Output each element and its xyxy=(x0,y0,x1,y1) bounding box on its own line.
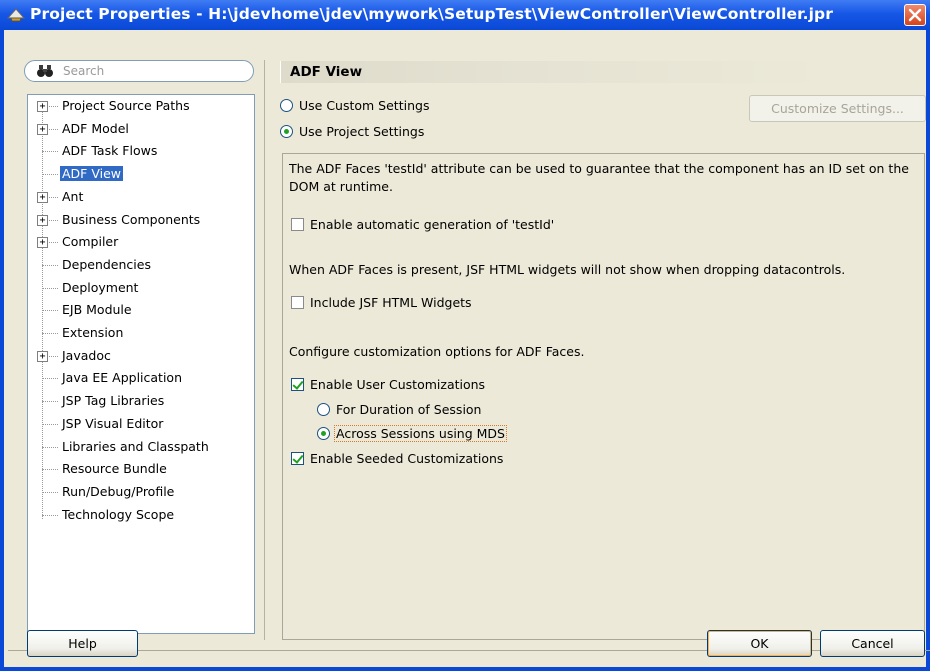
checkbox-indicator[interactable] xyxy=(291,296,304,309)
settings-panel: The ADF Faces 'testId' attribute can be … xyxy=(282,153,925,640)
tree-item-label: Compiler xyxy=(62,234,119,250)
close-button[interactable] xyxy=(904,4,926,26)
binoculars-search-icon xyxy=(37,64,53,78)
dialog-client: Search + Project Source Paths + ADF Model AD… xyxy=(4,30,930,667)
window-title: Project Properties - H:\jdevhome\jdev\my… xyxy=(30,5,834,23)
tree-item[interactable]: Technology Scope xyxy=(28,505,254,525)
tree-item-label: Ant xyxy=(62,188,84,204)
tree-item-label: Project Source Paths xyxy=(62,98,190,113)
dialog-window: Project Properties - H:\jdevhome\jdev\my… xyxy=(0,0,930,671)
panel-splitter[interactable] xyxy=(264,60,265,640)
tree-item[interactable]: + Ant xyxy=(28,187,254,207)
help-button[interactable]: Help xyxy=(27,630,138,657)
tree-item-label: Business Components xyxy=(62,211,201,227)
tree-item-label: Technology Scope xyxy=(62,506,175,522)
tree-item[interactable]: Resource Bundle xyxy=(28,459,254,479)
tree-item-label: Run/Debug/Profile xyxy=(62,483,175,499)
tree-item-label: ADF Model xyxy=(62,120,129,136)
tree-item[interactable]: + ADF Model xyxy=(28,119,254,139)
tree-item[interactable]: + Project Source Paths xyxy=(28,96,254,116)
tree-item-label: ADF View xyxy=(60,166,124,182)
tree-item[interactable]: Extension xyxy=(28,323,254,343)
tree-item-label: JSP Tag Libraries xyxy=(62,393,165,409)
jsf-description: When ADF Faces is present, JSF HTML widg… xyxy=(289,262,846,277)
close-icon xyxy=(908,8,922,22)
tree-item[interactable]: + Business Components xyxy=(28,210,254,230)
tree-item[interactable]: JSP Tag Libraries xyxy=(28,391,254,411)
ok-button[interactable]: OK xyxy=(707,630,812,657)
tree-item-label: Dependencies xyxy=(62,256,151,272)
checkbox-indicator[interactable] xyxy=(291,218,304,231)
tree-connector xyxy=(42,423,58,425)
across-sessions-mds-label: Across Sessions using MDS xyxy=(334,425,507,442)
tree-item[interactable]: ADF View xyxy=(28,164,254,184)
title-bar[interactable]: Project Properties - H:\jdevhome\jdev\my… xyxy=(0,0,930,30)
tree-item-label: Resource Bundle xyxy=(62,461,167,477)
tree-item-label: Extension xyxy=(62,325,124,340)
jdeveloper-app-icon xyxy=(6,6,26,24)
tree-item[interactable]: Java EE Application xyxy=(28,368,254,388)
tree-item[interactable]: JSP Visual Editor xyxy=(28,414,254,434)
enable-user-customizations-label: Enable User Customizations xyxy=(310,377,486,392)
tree-item[interactable]: Run/Debug/Profile xyxy=(28,482,254,502)
radio-indicator[interactable] xyxy=(280,99,293,112)
checkbox-indicator[interactable] xyxy=(291,378,304,391)
page-title: ADF View xyxy=(290,64,363,80)
category-tree[interactable]: + Project Source Paths + ADF Model ADF Task … xyxy=(27,94,255,634)
expand-plus-icon[interactable]: + xyxy=(37,191,48,203)
search-placeholder: Search xyxy=(63,64,105,78)
tree-item-label: EJB Module xyxy=(62,302,132,318)
testid-description: The ADF Faces 'testId' attribute can be … xyxy=(289,161,909,194)
tree-item-label: Java EE Application xyxy=(62,370,182,386)
tree-connector xyxy=(42,469,58,471)
radio-indicator[interactable] xyxy=(317,427,330,440)
customize-settings-button[interactable]: Customize Settings... xyxy=(749,95,926,122)
expand-plus-icon[interactable]: + xyxy=(37,101,48,112)
cancel-button[interactable]: Cancel xyxy=(820,630,925,657)
tree-connector xyxy=(42,378,58,380)
expand-plus-icon[interactable]: + xyxy=(37,237,48,249)
tree-connector xyxy=(42,174,58,176)
enable-testid-label: Enable automatic generation of 'testId' xyxy=(310,217,555,232)
include-jsf-widgets-label: Include JSF HTML Widgets xyxy=(310,295,472,310)
tree-item[interactable]: + Compiler xyxy=(28,232,254,252)
customization-description: Configure customization options for ADF … xyxy=(289,344,585,359)
checkbox-indicator[interactable] xyxy=(291,452,304,465)
tree-connector xyxy=(42,287,58,289)
search-field[interactable]: Search xyxy=(24,60,254,82)
tree-item-label: Libraries and Classpath xyxy=(62,438,209,454)
tree-connector xyxy=(42,264,58,266)
tree-connector xyxy=(42,151,58,153)
tree-item[interactable]: Deployment xyxy=(28,278,254,298)
tree-item-label: Javadoc xyxy=(62,347,111,363)
tree-item-label: ADF Task Flows xyxy=(62,143,158,159)
tree-item-label: Deployment xyxy=(62,279,139,295)
expand-plus-icon[interactable]: + xyxy=(37,214,48,226)
tree-item[interactable]: ADF Task Flows xyxy=(28,141,254,161)
tree-connector xyxy=(42,514,58,516)
duration-of-session-label: For Duration of Session xyxy=(336,402,482,417)
tree-connector xyxy=(42,333,58,334)
tree-item[interactable]: + Javadoc xyxy=(28,346,254,366)
tree-connector xyxy=(42,310,58,312)
tree-item-label: JSP Visual Editor xyxy=(62,415,164,431)
tree-connector xyxy=(42,491,58,493)
use-project-settings-label: Use Project Settings xyxy=(299,124,425,139)
radio-indicator[interactable] xyxy=(317,403,330,416)
tree-connector xyxy=(42,446,58,448)
page-header: ADF View xyxy=(280,61,823,83)
expand-plus-icon[interactable]: + xyxy=(37,350,48,362)
enable-seeded-customizations-label: Enable Seeded Customizations xyxy=(310,451,504,466)
use-custom-settings-label: Use Custom Settings xyxy=(299,98,430,113)
tree-item[interactable]: Libraries and Classpath xyxy=(28,437,254,457)
radio-indicator[interactable] xyxy=(280,125,293,138)
expand-plus-icon[interactable]: + xyxy=(37,123,48,135)
tree-connector xyxy=(42,401,58,403)
tree-item[interactable]: EJB Module xyxy=(28,300,254,320)
tree-item[interactable]: Dependencies xyxy=(28,255,254,275)
